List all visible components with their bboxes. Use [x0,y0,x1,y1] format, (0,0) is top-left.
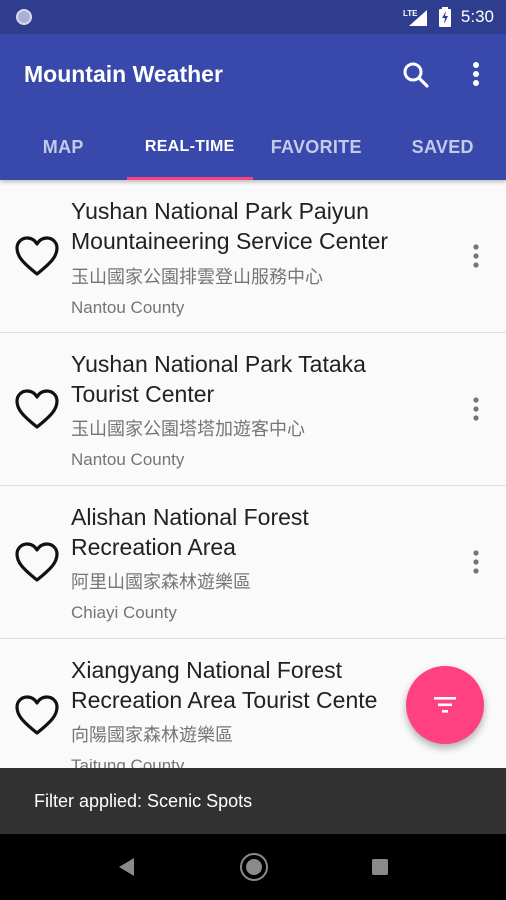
item-menu-button[interactable] [468,395,484,425]
item-title: Yushan National Park Tataka Tourist Cent… [71,349,431,409]
item-title-line: Mountaineering Service Center [71,228,389,254]
item-title-line: Recreation Area Tourist Cente [71,687,378,713]
tab-real-time[interactable]: REAL-TIME [126,114,254,180]
tab-map[interactable]: MAP [0,114,127,180]
snackbar: Filter applied: Scenic Spots [0,768,506,834]
item-menu-button[interactable] [468,548,484,578]
lte-signal-icon: LTE [403,9,427,26]
home-icon[interactable] [240,853,268,881]
heart-outline-icon [15,695,59,735]
status-icons: LTE 5:30 [403,0,494,34]
app-title: Mountain Weather [24,61,223,87]
item-title-line: Yushan National Park Tataka [71,351,366,377]
tab-favorite[interactable]: FAVORITE [253,114,380,180]
item-county: Nantou County [71,298,185,317]
tab-bar: MAP REAL-TIME FAVORITE SAVED [0,114,506,180]
item-title-line: Tourist Center [71,381,215,407]
item-menu-button[interactable] [468,242,484,272]
system-nav-bar [0,834,506,900]
heart-outline-icon [15,542,59,582]
favorite-toggle[interactable] [14,542,60,584]
more-vert-icon [473,62,479,86]
favorite-toggle[interactable] [14,236,60,278]
search-icon [403,62,429,88]
favorite-toggle[interactable] [14,389,60,431]
item-subtitle: 向陽國家森林遊樂區 [71,725,233,745]
list-item[interactable]: Yushan National Park Tataka Tourist Cent… [0,333,506,486]
list-item[interactable]: Yushan National Park Paiyun Mountaineeri… [0,180,506,333]
overflow-menu-button[interactable] [462,59,490,91]
back-icon[interactable] [116,856,136,878]
more-vert-icon [473,397,479,421]
snackbar-text: Filter applied: Scenic Spots [34,790,253,811]
svg-text:LTE: LTE [403,9,418,18]
notification-icon [16,9,32,25]
item-title-line: Alishan National Forest [71,504,309,530]
app-bar: Mountain Weather [0,34,506,114]
item-title: Yushan National Park Paiyun Mountaineeri… [71,196,431,256]
search-button[interactable] [400,59,432,91]
favorite-toggle[interactable] [14,695,60,737]
item-title-line: Yushan National Park Paiyun [71,198,369,224]
item-title: Xiangyang National Forest Recreation Are… [71,655,431,715]
heart-outline-icon [15,389,59,429]
item-title-line: Xiangyang National Forest [71,657,343,683]
item-subtitle: 阿里山國家森林遊樂區 [71,572,251,592]
heart-outline-icon [15,236,59,276]
filter-icon [434,697,456,713]
item-title-line: Recreation Area [71,534,236,560]
item-subtitle: 玉山國家公園排雲登山服務中心 [71,267,323,287]
item-county: Nantou County [71,450,185,469]
list-item[interactable]: Alishan National Forest Recreation Area … [0,486,506,639]
filter-fab[interactable] [406,666,484,744]
item-title: Alishan National Forest Recreation Area [71,502,431,562]
item-subtitle: 玉山國家公園塔塔加遊客中心 [71,419,305,439]
battery-charging-icon [438,7,451,27]
status-bar: LTE 5:30 [0,0,506,34]
tab-saved[interactable]: SAVED [380,114,506,180]
item-county: Chiayi County [71,603,177,622]
status-time: 5:30 [460,7,494,26]
more-vert-icon [473,244,479,268]
more-vert-icon [473,550,479,574]
item-county: Taitung County [71,756,185,768]
recents-icon[interactable] [372,859,388,875]
